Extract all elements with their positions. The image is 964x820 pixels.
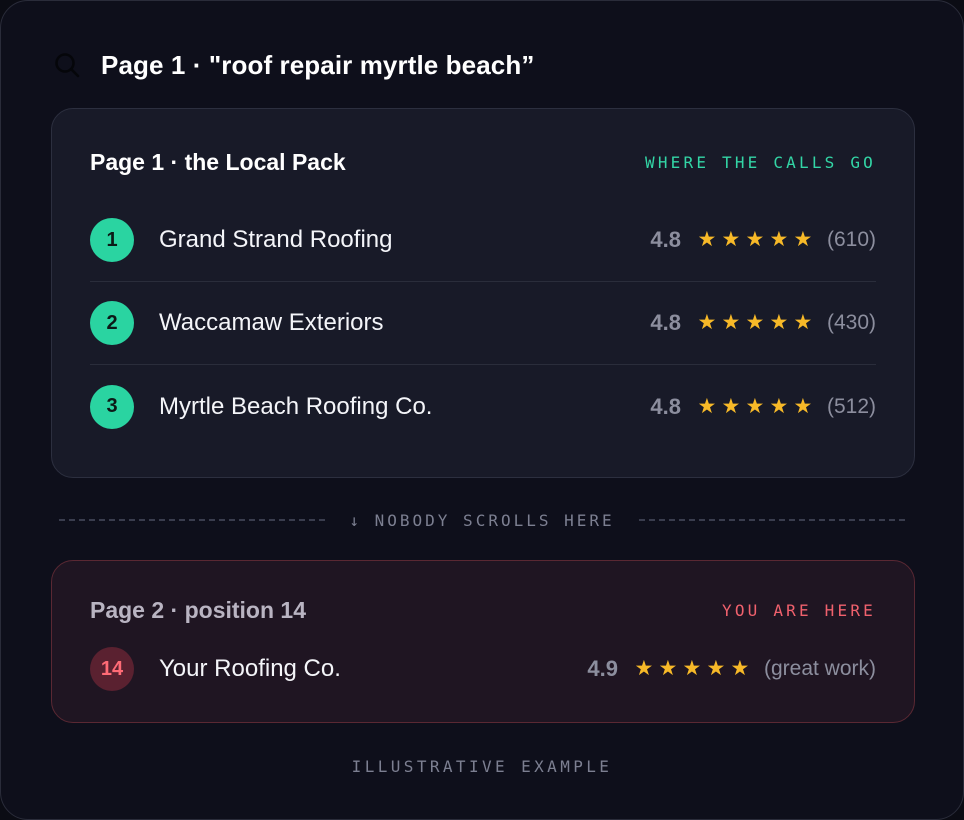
star-icon: ★ — [793, 311, 813, 334]
star-rating: ★ ★ ★ ★ ★ — [632, 658, 752, 680]
search-query-title: Page 1 · "roof repair myrtle beach” — [101, 49, 535, 80]
star-icon: ★ — [793, 228, 813, 251]
divider-line-left — [59, 519, 326, 521]
business-name: Myrtle Beach Roofing Co. — [159, 392, 433, 420]
your-position-card: Page 2 · position 14 YOU ARE HERE 14 You… — [51, 560, 915, 723]
star-icon: ★ — [658, 657, 678, 680]
local-pack-result-3[interactable]: 3 Myrtle Beach Roofing Co. 4.8 ★ ★ ★ ★ ★ (51… — [90, 365, 876, 448]
rank-badge: 2 — [90, 301, 134, 345]
rating: 4.8 ★ ★ ★ ★ ★ (512) — [650, 394, 876, 420]
star-rating: ★ ★ ★ ★ ★ — [695, 312, 815, 334]
rank-badge: 14 — [90, 647, 134, 691]
review-count: (430) — [826, 311, 876, 334]
business-name: Your Roofing Co. — [159, 655, 341, 682]
local-pack-result-2[interactable]: 2 Waccamaw Exteriors 4.8 ★ ★ ★ ★ ★ (430) — [90, 282, 876, 365]
rating-score: 4.8 — [650, 393, 681, 419]
search-icon — [55, 53, 80, 78]
business-name: Waccamaw Exteriors — [159, 309, 384, 336]
local-pack-result-1[interactable]: 1 Grand Strand Roofing 4.8 ★ ★ ★ ★ ★ (610) — [90, 199, 876, 282]
rating-score: 4.9 — [587, 656, 618, 681]
star-icon: ★ — [634, 657, 654, 680]
footer-caption: ILLUSTRATIVE EXAMPLE — [351, 757, 613, 776]
rank-badge: 3 — [90, 384, 134, 429]
business-name: Grand Strand Roofing — [159, 226, 393, 253]
local-pack-title: Page 1 · the Local Pack — [90, 148, 346, 175]
star-icon: ★ — [730, 657, 750, 680]
rating: 4.8 ★ ★ ★ ★ ★ (430) — [650, 310, 876, 336]
star-icon: ★ — [769, 394, 789, 418]
star-icon: ★ — [697, 394, 717, 418]
search-header: Page 1 · "roof repair myrtle beach” — [53, 45, 534, 85]
star-icon: ★ — [697, 311, 717, 334]
divider-line-right — [638, 519, 906, 521]
local-pack-results: 1 Grand Strand Roofing 4.8 ★ ★ ★ ★ ★ (610) 2… — [90, 199, 876, 448]
rating-note: (great work) — [763, 657, 876, 680]
star-icon: ★ — [745, 228, 765, 251]
star-icon: ★ — [706, 657, 726, 680]
review-count: (610) — [826, 228, 876, 251]
star-icon: ★ — [721, 394, 741, 418]
star-icon: ★ — [721, 311, 741, 334]
star-icon: ★ — [769, 311, 789, 334]
your-position-tag: YOU ARE HERE — [722, 600, 876, 620]
review-count: (512) — [826, 394, 876, 418]
star-icon: ★ — [745, 311, 765, 334]
local-pack-header: Page 1 · the Local Pack WHERE THE CALLS … — [90, 147, 876, 177]
your-business-result[interactable]: 14 Your Roofing Co. 4.9 ★ ★ ★ ★ ★ (great wor… — [90, 647, 876, 691]
local-pack-card: Page 1 · the Local Pack WHERE THE CALLS … — [51, 108, 915, 478]
star-icon: ★ — [721, 228, 741, 251]
scroll-divider: ↓ NOBODY SCROLLS HERE — [59, 508, 906, 532]
rating: 4.9 ★ ★ ★ ★ ★ (great work) — [587, 656, 876, 682]
star-icon: ★ — [682, 657, 702, 680]
divider-label: ↓ NOBODY SCROLLS HERE — [349, 510, 615, 530]
rating: 4.8 ★ ★ ★ ★ ★ (610) — [650, 227, 876, 253]
star-rating: ★ ★ ★ ★ ★ — [695, 229, 815, 251]
your-position-header: Page 2 · position 14 YOU ARE HERE — [90, 595, 876, 625]
comparison-card-frame: Page 1 · "roof repair myrtle beach” Page… — [0, 0, 964, 820]
rating-score: 4.8 — [650, 310, 681, 335]
star-icon: ★ — [697, 228, 717, 251]
star-rating: ★ ★ ★ ★ ★ — [695, 394, 815, 418]
local-pack-tag: WHERE THE CALLS GO — [645, 152, 876, 172]
rating-score: 4.8 — [650, 227, 681, 252]
star-icon: ★ — [745, 394, 765, 418]
star-icon: ★ — [793, 394, 813, 418]
your-position-title: Page 2 · position 14 — [90, 596, 306, 623]
rank-badge: 1 — [90, 218, 134, 262]
star-icon: ★ — [769, 228, 789, 251]
